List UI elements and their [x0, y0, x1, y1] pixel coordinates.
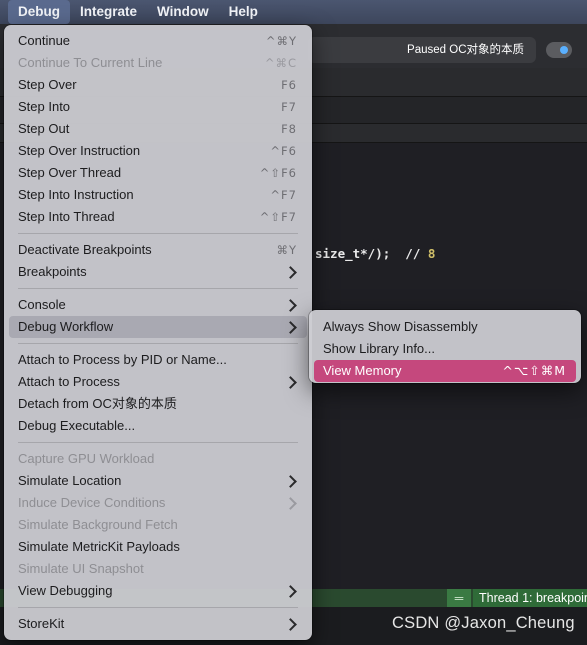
menu-item-step-into[interactable]: Step Into F7: [9, 96, 307, 118]
separator: [18, 442, 298, 443]
menu-item-label: Continue: [18, 33, 71, 48]
menu-item-label: Debug Executable...: [18, 418, 136, 433]
menu-item-view-debugging[interactable]: View Debugging: [9, 580, 307, 602]
menu-item-debug-executable[interactable]: Debug Executable...: [9, 415, 307, 437]
menu-item-view-memory[interactable]: View Memory ^⌥⇧⌘M: [314, 360, 576, 382]
menu-integrate[interactable]: Integrate: [70, 0, 147, 24]
menu-item-simulate-ui-snapshot: Simulate UI Snapshot: [9, 558, 307, 580]
menu-item-label: Simulate Location: [18, 473, 122, 488]
menu-item-label: View Debugging: [18, 583, 113, 598]
menu-item-simulate-metrickit[interactable]: Simulate MetricKit Payloads: [9, 536, 307, 558]
shortcut: ⌘Y: [276, 243, 297, 257]
menu-item-label: Show Library Info...: [323, 341, 435, 356]
separator: [18, 233, 298, 234]
menu-item-continue[interactable]: Continue ^⌘Y: [9, 30, 307, 52]
menu-item-label: StoreKit: [18, 616, 65, 631]
menu-item-label: Attach to Process by PID or Name...: [18, 352, 227, 367]
chevron-right-icon: [284, 475, 297, 488]
chevron-right-icon: [284, 299, 297, 312]
menu-item-label: Step Over Thread: [18, 165, 122, 180]
menu-debug[interactable]: Debug: [8, 0, 70, 24]
shortcut: ^F7: [270, 188, 297, 202]
menu-bar: Debug Integrate Window Help: [0, 0, 587, 24]
menu-item-simulate-location[interactable]: Simulate Location: [9, 470, 307, 492]
equals-icon: ═: [447, 589, 471, 607]
menu-item-induce-device-conditions: Induce Device Conditions: [9, 492, 307, 514]
menu-item-label: View Memory: [323, 363, 402, 378]
menu-item-label: Breakpoints: [18, 264, 87, 279]
menu-item-step-into-instruction[interactable]: Step Into Instruction ^F7: [9, 184, 307, 206]
menu-item-label: Step Into Instruction: [18, 187, 134, 202]
shortcut: F8: [281, 122, 297, 136]
activity-status: Paused OC对象的本质: [308, 37, 536, 63]
debug-menu: Continue ^⌘Y Continue To Current Line ^⌘C …: [4, 25, 312, 640]
menu-item-label: Attach to Process: [18, 374, 120, 389]
separator: [18, 607, 298, 608]
chevron-right-icon: [284, 585, 297, 598]
menu-item-attach-by-pid[interactable]: Attach to Process by PID or Name...: [9, 349, 307, 371]
menu-item-label: Debug Workflow: [18, 319, 114, 334]
shortcut: ^⇧F6: [259, 166, 297, 180]
menu-item-label: Capture GPU Workload: [18, 451, 155, 466]
menu-item-breakpoints[interactable]: Breakpoints: [9, 261, 307, 283]
menu-item-console[interactable]: Console: [9, 294, 307, 316]
shortcut: ^⇧F7: [259, 210, 297, 224]
code-text: size_t*/); //: [315, 246, 428, 261]
chevron-right-icon: [284, 266, 297, 279]
menu-item-storekit[interactable]: StoreKit: [9, 613, 307, 635]
menu-item-step-out[interactable]: Step Out F8: [9, 118, 307, 140]
cloud-status-icon[interactable]: [546, 42, 572, 58]
menu-item-label: Always Show Disassembly: [323, 319, 478, 334]
menu-item-simulate-background-fetch: Simulate Background Fetch: [9, 514, 307, 536]
shortcut: ^⌘Y: [265, 34, 297, 48]
menu-item-step-over-thread[interactable]: Step Over Thread ^⇧F6: [9, 162, 307, 184]
chevron-right-icon: [284, 376, 297, 389]
debug-workflow-submenu: Always Show Disassembly Show Library Inf…: [309, 310, 581, 383]
menu-item-label: Simulate Background Fetch: [18, 517, 178, 532]
shortcut: ^⌘C: [264, 56, 297, 70]
menu-window[interactable]: Window: [147, 0, 219, 24]
menu-item-label: Step Into: [18, 99, 71, 114]
menu-item-label: Continue To Current Line: [18, 55, 163, 70]
menu-item-label: Induce Device Conditions: [18, 495, 166, 510]
menu-item-step-over-instruction[interactable]: Step Over Instruction ^F6: [9, 140, 307, 162]
shortcut: ^F6: [270, 144, 297, 158]
shortcut: ^⌥⇧⌘M: [502, 363, 566, 378]
menu-item-always-show-disassembly[interactable]: Always Show Disassembly: [314, 316, 576, 338]
shortcut: F6: [281, 78, 297, 92]
menu-item-show-library-info[interactable]: Show Library Info...: [314, 338, 576, 360]
separator: [18, 343, 298, 344]
menu-help[interactable]: Help: [219, 0, 268, 24]
menu-item-deactivate-breakpoints[interactable]: Deactivate Breakpoints ⌘Y: [9, 239, 307, 261]
menu-item-detach[interactable]: Detach from OC对象的本质: [9, 393, 307, 415]
thread-indicator[interactable]: ═ Thread 1: breakpoint: [447, 589, 587, 607]
menu-item-label: Step Over Instruction: [18, 143, 141, 158]
menu-item-continue-to-current-line: Continue To Current Line ^⌘C: [9, 52, 307, 74]
chevron-right-icon: [284, 618, 297, 631]
thread-label: Thread 1: breakpoint: [473, 589, 587, 607]
separator: [18, 288, 298, 289]
menu-item-label: Console: [18, 297, 66, 312]
chevron-right-icon: [284, 321, 297, 334]
menu-item-label: Simulate UI Snapshot: [18, 561, 144, 576]
code-number: 8: [427, 246, 436, 261]
code-line: size_t*/); // 8: [315, 246, 435, 261]
chevron-right-icon: [284, 497, 297, 510]
watermark: CSDN @Jaxon_Cheung: [392, 614, 575, 632]
menu-item-label: Deactivate Breakpoints: [18, 242, 152, 257]
menu-item-label: Detach from OC对象的本质: [18, 396, 177, 411]
menu-item-label: Step Over: [18, 77, 77, 92]
menu-item-step-into-thread[interactable]: Step Into Thread ^⇧F7: [9, 206, 307, 228]
shortcut: F7: [281, 100, 297, 114]
menu-item-capture-gpu-workload: Capture GPU Workload: [9, 448, 307, 470]
menu-item-attach-to-process[interactable]: Attach to Process: [9, 371, 307, 393]
menu-item-step-over[interactable]: Step Over F6: [9, 74, 307, 96]
menu-item-label: Simulate MetricKit Payloads: [18, 539, 180, 554]
menu-item-label: Step Out: [18, 121, 70, 136]
menu-item-debug-workflow[interactable]: Debug Workflow: [9, 316, 307, 338]
menu-item-label: Step Into Thread: [18, 209, 115, 224]
